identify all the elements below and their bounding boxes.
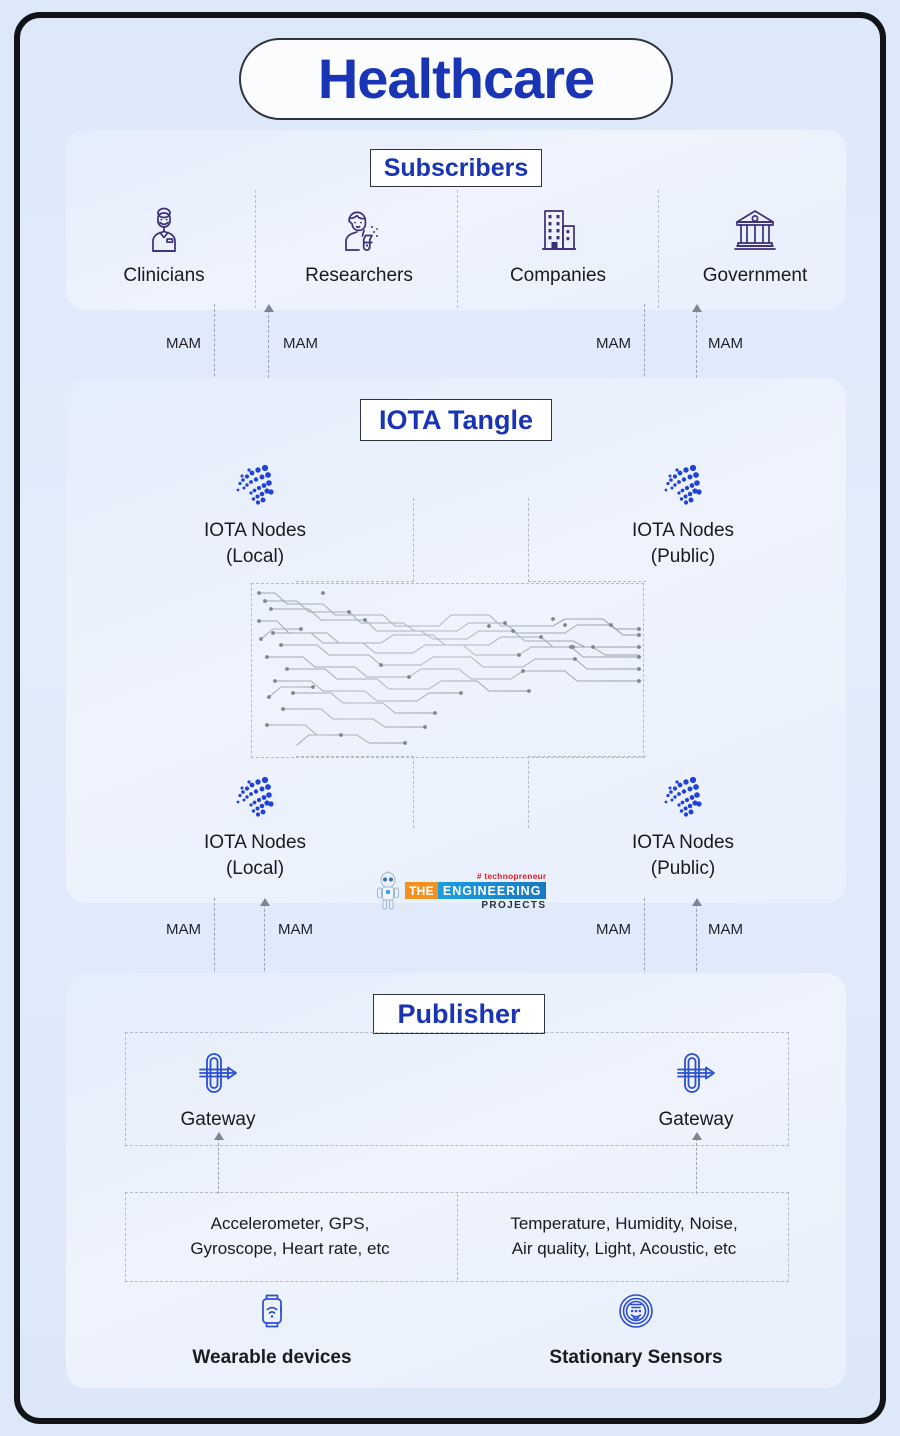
iota-node-label: IOTA Nodes (Public) — [631, 832, 735, 879]
iota-node-label: IOTA Nodes (Public) — [631, 520, 735, 567]
iota-node-bottom-local[interactable]: IOTA Nodes (Local) — [140, 770, 370, 881]
mam-label-top-3: MAM — [596, 335, 631, 352]
sensor-list-stationary: Temperature, Humidity, Noise, Air qualit… — [464, 1192, 784, 1282]
gateway-right[interactable]: Gateway — [596, 1048, 796, 1131]
watermark-hashtag: # technopreneur — [476, 871, 547, 881]
sensor-list-wearable: Accelerometer, GPS, Gyroscope, Heart rat… — [130, 1192, 450, 1282]
iota-band-title: IOTA Tangle — [360, 399, 552, 441]
subscriber-label: Researchers — [305, 265, 413, 286]
device-label: Wearable devices — [192, 1347, 352, 1368]
subscriber-label: Clinicians — [123, 265, 205, 286]
mam-label-top-2: MAM — [283, 335, 318, 352]
sensor-gateway-line-right — [696, 1138, 697, 1194]
sensor-list-line: Temperature, Humidity, Noise, — [510, 1214, 738, 1234]
subscribers-band-label: Subscribers — [383, 153, 529, 182]
publisher-band-label: Publisher — [397, 998, 521, 1029]
mam-label-bottom-2: MAM — [278, 921, 313, 938]
iota-logo-icon — [236, 776, 274, 817]
diagram-frame: Healthcare Subscribers Clinicians Resear… — [14, 12, 886, 1424]
page-title: Healthcare — [239, 38, 673, 120]
gateway-icon — [677, 1053, 715, 1093]
sensor-disc-icon — [619, 1294, 653, 1328]
sensor-list-line: Gyroscope, Heart rate, etc — [190, 1239, 390, 1258]
iota-logo-icon — [664, 776, 702, 817]
gateway-left[interactable]: Gateway — [118, 1048, 318, 1131]
watermark-projects: PROJECTS — [481, 900, 547, 911]
sensor-gateway-arrow-left — [214, 1132, 224, 1140]
sensor-list-line: Air quality, Light, Acoustic, etc — [511, 1239, 737, 1258]
mam-label-bottom-1: MAM — [166, 921, 201, 938]
iota-logo-icon — [664, 464, 702, 505]
subscriber-companies[interactable]: Companies — [464, 203, 652, 287]
watermark-engineering: ENGINEERING — [437, 882, 547, 899]
publisher-band-title: Publisher — [373, 994, 545, 1034]
watermark-logo: # technopreneur THE ENGINEERING PROJECTS — [375, 869, 565, 913]
device-label: Stationary Sensors — [549, 1347, 723, 1368]
mam-label-bottom-3: MAM — [596, 921, 631, 938]
watermark-the: THE — [405, 882, 438, 899]
gateway-label: Gateway — [180, 1109, 256, 1130]
robot-mascot-icon — [377, 871, 399, 910]
subscriber-divider-2 — [457, 190, 458, 308]
iota-node-top-public[interactable]: IOTA Nodes (Public) — [568, 458, 798, 569]
mam-arrowhead-up-3 — [260, 898, 270, 906]
circuit-tangle-graphic — [253, 585, 642, 756]
iota-node-top-local[interactable]: IOTA Nodes (Local) — [140, 458, 370, 569]
researcher-icon — [334, 203, 384, 255]
iota-logo-icon — [236, 464, 274, 505]
subscriber-label: Companies — [509, 265, 607, 286]
sensor-gateway-line-left — [218, 1138, 219, 1194]
sensor-gateway-arrow-right — [692, 1132, 702, 1140]
gateway-label: Gateway — [658, 1109, 734, 1130]
iota-node-bottom-public[interactable]: IOTA Nodes (Public) — [568, 770, 798, 881]
device-stationary[interactable]: Stationary Sensors — [516, 1290, 756, 1369]
company-building-icon — [534, 203, 582, 255]
device-wearable[interactable]: Wearable devices — [152, 1290, 392, 1369]
subscriber-researchers[interactable]: Researchers — [265, 203, 453, 287]
subscribers-band-title: Subscribers — [370, 149, 542, 187]
subscriber-clinicians[interactable]: Clinicians — [70, 203, 258, 287]
mam-arrowhead-up-2 — [692, 304, 702, 312]
sensor-list-line: Accelerometer, GPS, — [210, 1214, 370, 1234]
mam-arrowhead-up-1 — [264, 304, 274, 312]
subscriber-divider-3 — [658, 190, 659, 308]
subscriber-label: Government — [702, 265, 808, 286]
mam-arrowhead-up-4 — [692, 898, 702, 906]
page-title-text: Healthcare — [317, 47, 595, 110]
mam-label-top-4: MAM — [708, 335, 743, 352]
mam-label-bottom-4: MAM — [708, 921, 743, 938]
clinician-icon — [142, 203, 186, 255]
smartwatch-icon — [262, 1294, 282, 1328]
gateway-icon — [199, 1053, 237, 1093]
sensor-divider — [457, 1194, 458, 1280]
iota-node-label: IOTA Nodes (Local) — [203, 520, 307, 567]
iota-band-label: IOTA Tangle — [379, 404, 533, 435]
mam-label-top-1: MAM — [166, 335, 201, 352]
iota-node-label: IOTA Nodes (Local) — [203, 832, 307, 879]
subscriber-government[interactable]: Government — [661, 203, 849, 287]
government-bank-icon — [729, 203, 781, 255]
